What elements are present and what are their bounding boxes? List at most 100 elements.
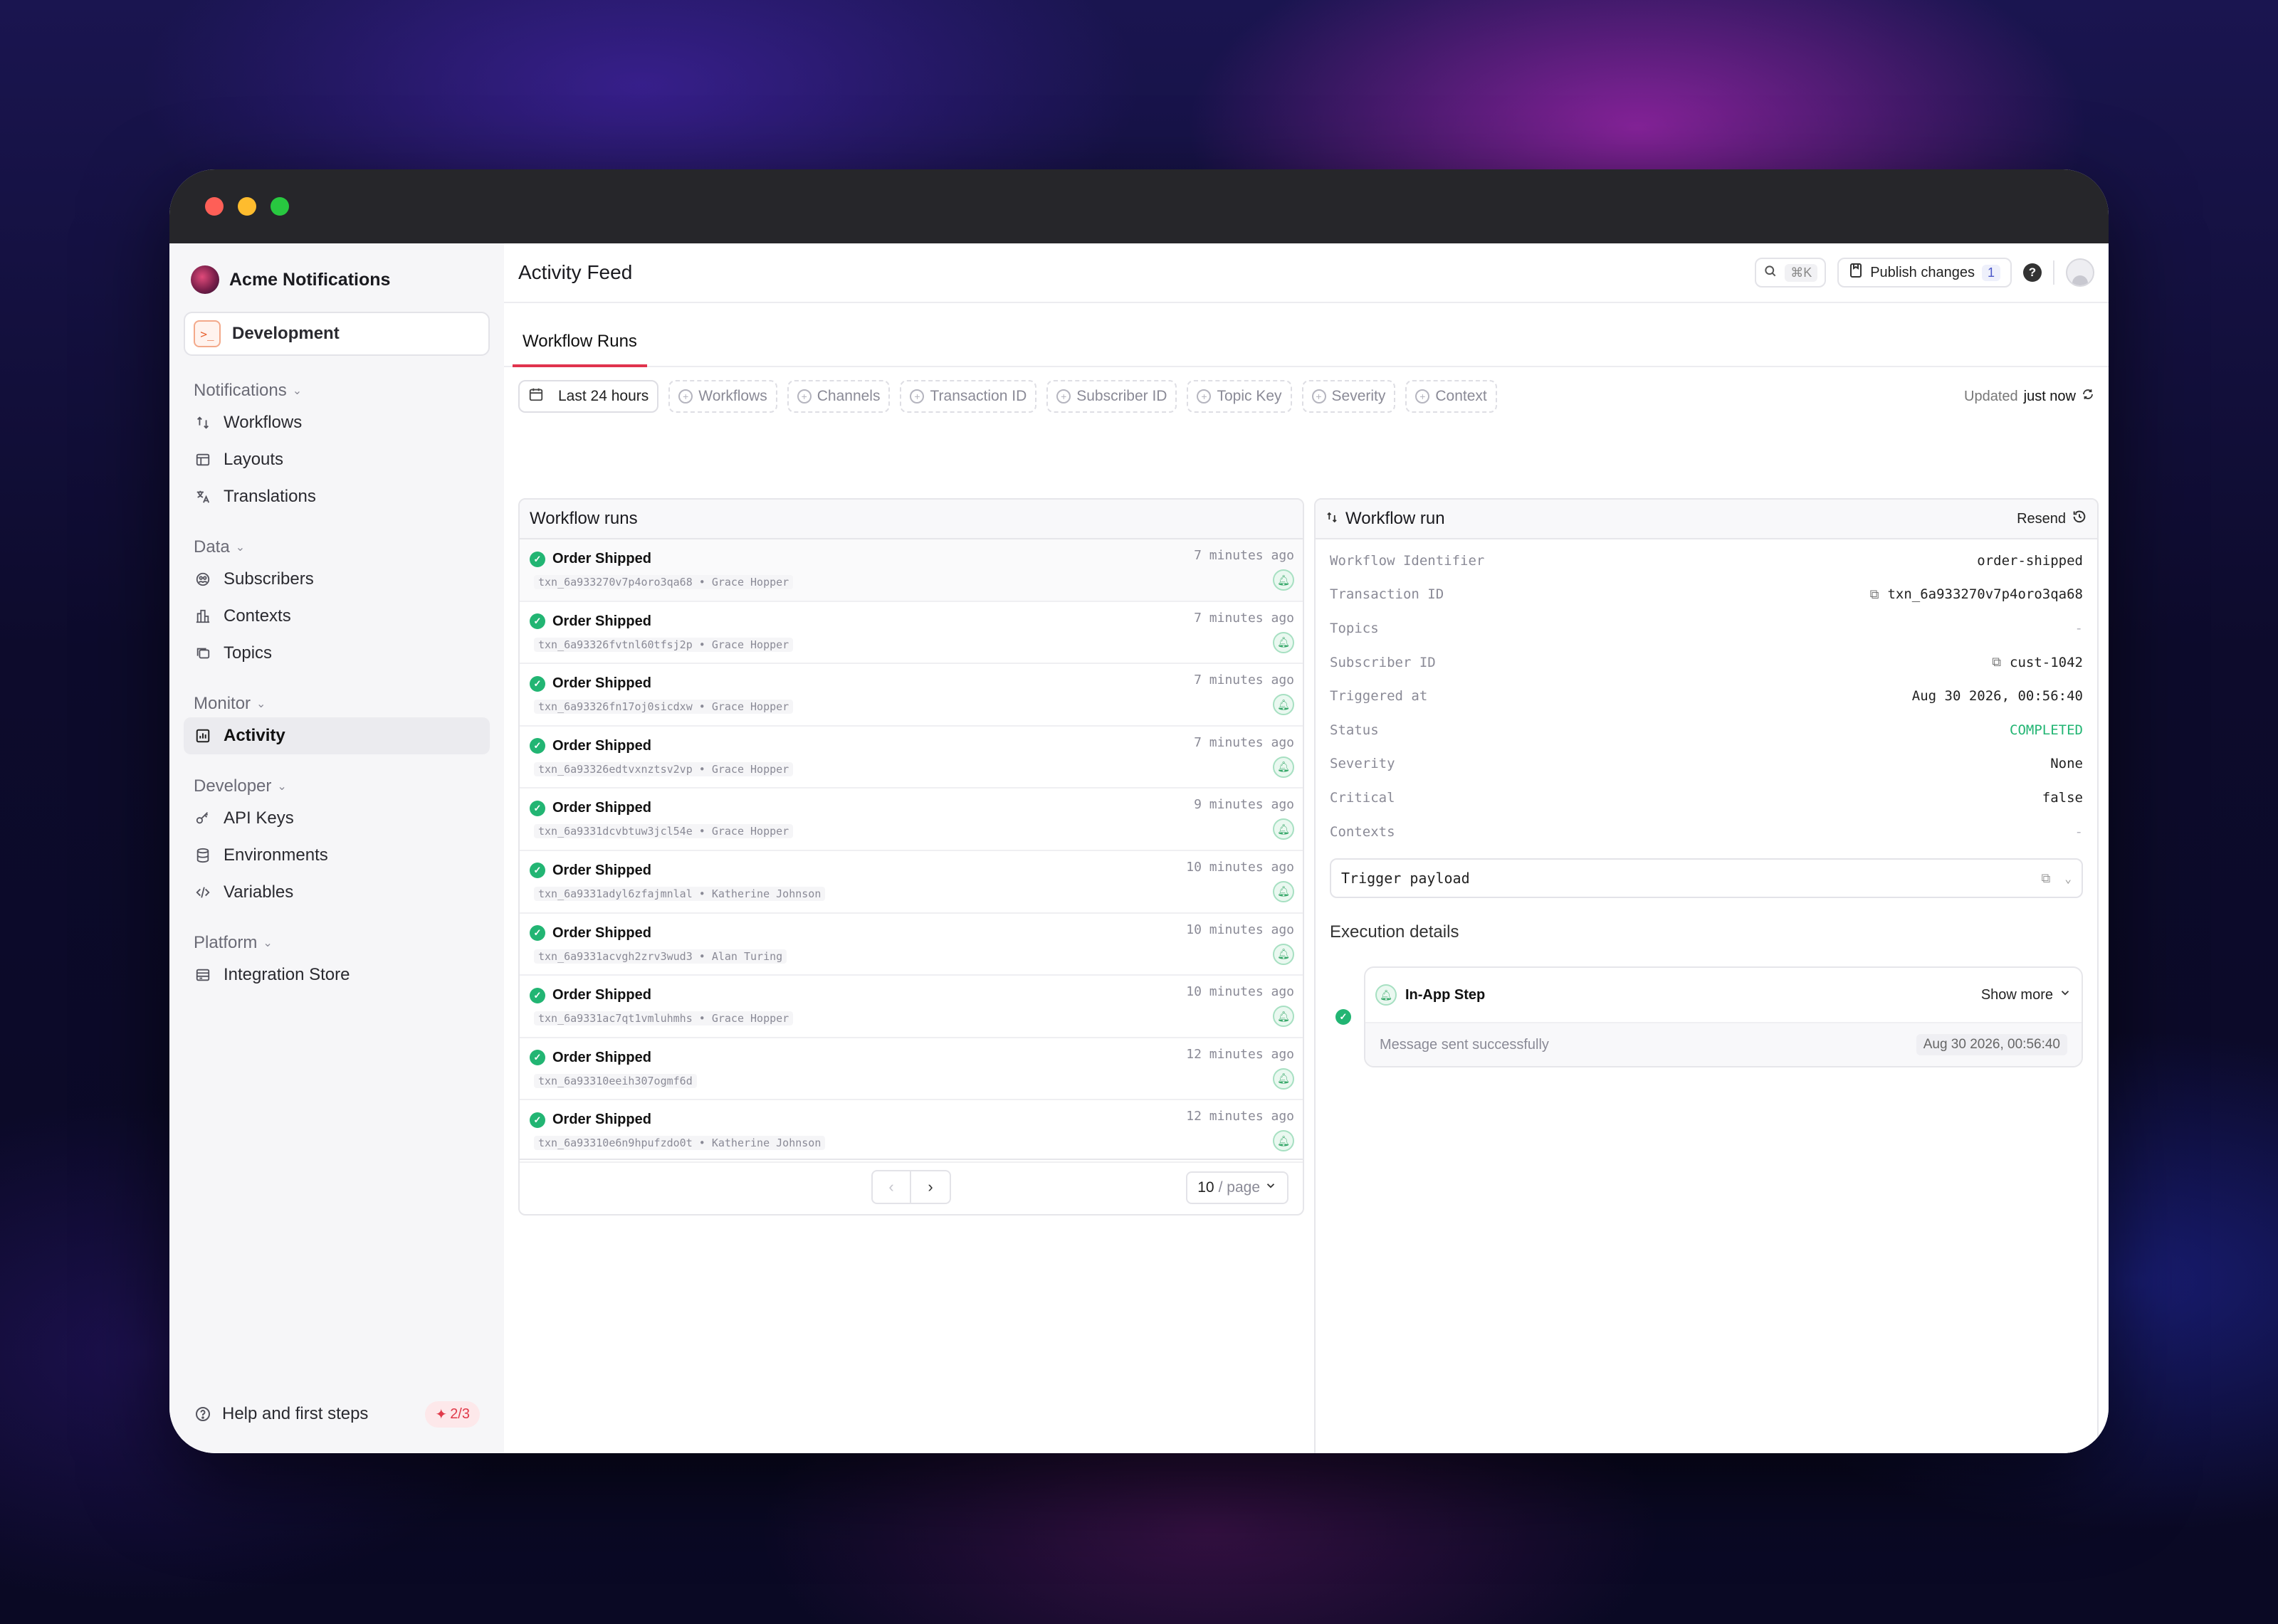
sidebar: Acme Notifications >_ Development Notifi… [169, 243, 504, 1453]
help-and-first-steps[interactable]: Help and first steps ✦ 2/3 [184, 1396, 490, 1432]
copy-icon[interactable]: ⧉ [2042, 871, 2051, 886]
field-value-wrap: order-shipped [1977, 553, 2083, 569]
table-row[interactable]: ✓ Order Shipped txn_6a9331ac7qt1vmluhmhs… [520, 976, 1303, 1038]
sidebar-section-header[interactable]: Data ⌄ [184, 534, 490, 561]
show-more-button[interactable]: Show more [1981, 986, 2072, 1003]
progress-badge: ✦ 2/3 [425, 1401, 480, 1428]
table-row[interactable]: ✓ Order Shipped txn_6a93310e6n9hpufzdo0t… [520, 1100, 1303, 1163]
bell-icon: 🔔︎ [1273, 1130, 1294, 1152]
table-row[interactable]: ✓ Order Shipped txn_6a93326fn17oj0sicdxw… [520, 664, 1303, 727]
close-window-button[interactable] [205, 197, 224, 216]
step-card: 🔔︎ In-App Step Show more Message sent su… [1364, 966, 2083, 1068]
tab-workflow-runs[interactable]: Workflow Runs [513, 332, 647, 367]
previous-page-button[interactable]: ‹ [873, 1171, 911, 1203]
detail-field-topics: Topics - [1316, 611, 2097, 645]
field-key: Triggered at [1330, 688, 1428, 705]
store-icon [194, 966, 212, 984]
per-page-select[interactable]: 10 / page [1186, 1171, 1288, 1204]
run-time: 7 minutes ago [1194, 673, 1294, 688]
field-key: Severity [1330, 756, 1395, 772]
workflow-run-detail: Workflow run Resend Workflow Identifier … [1314, 498, 2099, 1453]
table-row[interactable]: ✓ Order Shipped txn_6a93326edtvxnztsv2vp… [520, 727, 1303, 789]
pagination: ‹ › 10 / page [520, 1159, 1303, 1214]
app-window: Acme Notifications >_ Development Notifi… [169, 169, 2109, 1453]
run-name: Order Shipped [552, 987, 651, 1003]
publish-changes-button[interactable]: Publish changes 1 [1837, 258, 2012, 288]
resend-label: Resend [2017, 510, 2066, 527]
sidebar-item-subscribers[interactable]: Subscribers [184, 561, 490, 598]
resend-button[interactable]: Resend [2017, 509, 2087, 529]
filter-transaction-id[interactable]: + Transaction ID [900, 380, 1037, 413]
bell-icon: 🔔︎ [1273, 1067, 1294, 1090]
field-value-wrap: Aug 30 2026, 00:56:40 [1912, 688, 2083, 704]
table-row[interactable]: ✓ Order Shipped txn_6a93310eeih307ogmf6d… [520, 1038, 1303, 1101]
table-row[interactable]: ✓ Order Shipped txn_6a9331adyl6zfajmnlal… [520, 851, 1303, 914]
chevron-down-icon[interactable]: ⌄ [2064, 872, 2072, 885]
filter-context[interactable]: + Context [1405, 380, 1497, 413]
sidebar-item-variables[interactable]: Variables [184, 874, 490, 911]
environment-switcher[interactable]: >_ Development [184, 312, 490, 356]
workflow-runs-list: Workflow runs ✓ Order Shipped txn_6a9332… [518, 498, 1304, 1216]
bell-icon: 🔔︎ [1273, 694, 1294, 716]
table-row[interactable]: ✓ Order Shipped txn_6a933270v7p4oro3qa68… [520, 539, 1303, 602]
trigger-payload-accordion[interactable]: Trigger payload ⧉ ⌄ [1330, 858, 2083, 899]
refresh-icon[interactable] [2082, 388, 2094, 405]
sidebar-item-api-keys[interactable]: API Keys [184, 800, 490, 837]
sidebar-item-activity[interactable]: Activity [184, 717, 490, 754]
sidebar-section-header[interactable]: Monitor ⌄ [184, 690, 490, 717]
org-logo [191, 265, 219, 294]
copy-icon[interactable]: ⧉ [1870, 587, 1879, 602]
user-avatar[interactable] [2066, 258, 2094, 287]
maximize-window-button[interactable] [271, 197, 289, 216]
plus-circle-icon: + [678, 389, 693, 404]
search-button[interactable]: ⌘K [1755, 258, 1827, 288]
sidebar-section-header[interactable]: Developer ⌄ [184, 773, 490, 800]
sidebar-item-environments[interactable]: Environments [184, 837, 490, 874]
filter-label: Subscriber ID [1076, 388, 1167, 404]
sidebar-item-integration-store[interactable]: Integration Store [184, 956, 490, 993]
org-switcher[interactable]: Acme Notifications [184, 263, 490, 296]
publish-label: Publish changes [1870, 264, 1975, 280]
run-meta: txn_6a93326edtvxnztsv2vp • Grace Hopper [534, 761, 794, 776]
bell-icon: 🔔︎ [1273, 631, 1294, 653]
minimize-window-button[interactable] [238, 197, 256, 216]
updated-status: Updated just now [1964, 388, 2094, 405]
table-row[interactable]: ✓ Order Shipped txn_6a9331dcvbtuw3jcl54e… [520, 789, 1303, 851]
filter-topic-key[interactable]: + Topic Key [1187, 380, 1292, 413]
field-value: - [2074, 823, 2083, 840]
filter-severity[interactable]: + Severity [1301, 380, 1396, 413]
filter-channels[interactable]: + Channels [787, 380, 891, 413]
success-check-icon: ✓ [530, 613, 545, 630]
bell-icon: 🔔︎ [1273, 943, 1294, 965]
sidebar-item-topics[interactable]: Topics [184, 635, 490, 672]
sidebar-section-developer: Developer ⌄ API Keys Environments Variables [184, 773, 490, 911]
run-name: Order Shipped [552, 613, 651, 629]
detail-field-contexts: Contexts - [1316, 815, 2097, 849]
step-timestamp: Aug 30 2026, 00:56:40 [1916, 1034, 2067, 1056]
success-check-icon: ✓ [530, 738, 545, 754]
date-range-filter[interactable]: Last 24 hours [518, 380, 659, 413]
table-row[interactable]: ✓ Order Shipped txn_6a93326fvtnl60tfsj2p… [520, 602, 1303, 665]
plus-circle-icon: + [797, 389, 812, 404]
workflow-icon [194, 413, 212, 432]
sidebar-item-workflows[interactable]: Workflows [184, 404, 490, 441]
success-check-icon: ✓ [530, 925, 545, 942]
section-title: Developer [194, 776, 272, 796]
publish-count-badge: 1 [1981, 264, 2000, 281]
table-row[interactable]: ✓ Order Shipped txn_6a9331acvgh2zrv3wud3… [520, 914, 1303, 976]
filter-subscriber-id[interactable]: + Subscriber ID [1046, 380, 1177, 413]
sidebar-item-label: Variables [224, 882, 294, 902]
sidebar-item-translations[interactable]: Translations [184, 478, 490, 515]
sidebar-section-header[interactable]: Notifications ⌄ [184, 377, 490, 404]
filter-label: Workflows [698, 388, 767, 404]
next-page-button[interactable]: › [911, 1171, 950, 1203]
help-icon[interactable]: ? [2023, 263, 2042, 282]
filter-workflows[interactable]: + Workflows [668, 380, 777, 413]
copy-icon[interactable]: ⧉ [1992, 655, 2001, 670]
chevron-down-icon: ⌄ [292, 385, 303, 397]
sidebar-item-layouts[interactable]: Layouts [184, 441, 490, 478]
sidebar-item-contexts[interactable]: Contexts [184, 598, 490, 635]
section-title: Monitor [194, 694, 251, 713]
sidebar-section-header[interactable]: Platform ⌄ [184, 929, 490, 956]
field-value-wrap: - [2075, 824, 2083, 840]
